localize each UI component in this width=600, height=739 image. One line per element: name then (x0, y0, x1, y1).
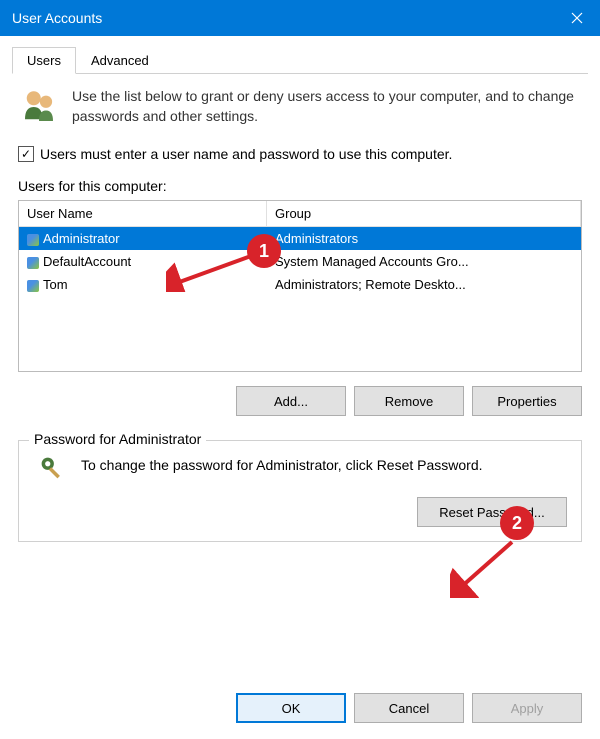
user-group: System Managed Accounts Gro... (267, 252, 581, 271)
dialog-content: Users Advanced Use the list below to gra… (0, 36, 600, 542)
window-title: User Accounts (12, 10, 102, 26)
user-buttons: Add... Remove Properties (18, 386, 582, 416)
key-icon (39, 455, 67, 483)
ok-button[interactable]: OK (236, 693, 346, 723)
user-icon (27, 280, 39, 292)
list-row-administrator[interactable]: Administrator Administrators (19, 227, 581, 250)
list-header: User Name Group (19, 201, 581, 227)
list-row-tom[interactable]: Tom Administrators; Remote Deskto... (19, 273, 581, 296)
user-group: Administrators; Remote Deskto... (267, 275, 581, 294)
people-icon (18, 86, 60, 128)
remove-button[interactable]: Remove (354, 386, 464, 416)
user-name: Tom (43, 277, 68, 292)
dialog-buttons: OK Cancel Apply (236, 693, 582, 723)
intro-row: Use the list below to grant or deny user… (18, 86, 582, 128)
user-icon (27, 257, 39, 269)
titlebar: User Accounts (0, 0, 600, 36)
require-password-label: Users must enter a user name and passwor… (40, 146, 452, 162)
annotation-arrow-1 (166, 252, 256, 292)
intro-text: Use the list below to grant or deny user… (72, 86, 582, 127)
properties-button[interactable]: Properties (472, 386, 582, 416)
users-list-label: Users for this computer: (18, 178, 582, 194)
add-button[interactable]: Add... (236, 386, 346, 416)
close-button[interactable] (554, 0, 600, 36)
user-group: Administrators (267, 229, 581, 248)
user-icon (27, 234, 39, 246)
tab-advanced[interactable]: Advanced (76, 47, 164, 74)
list-row-defaultaccount[interactable]: DefaultAccount System Managed Accounts G… (19, 250, 581, 273)
column-username[interactable]: User Name (19, 201, 267, 226)
password-section-text: To change the password for Administrator… (81, 455, 567, 475)
close-icon (571, 12, 583, 24)
require-password-row: ✓ Users must enter a user name and passw… (18, 146, 582, 162)
apply-button: Apply (472, 693, 582, 723)
annotation-arrow-2 (450, 538, 520, 598)
tab-strip: Users Advanced (12, 46, 588, 74)
reset-password-button[interactable]: Reset Password... (417, 497, 567, 527)
users-list[interactable]: User Name Group Administrator Administra… (18, 200, 582, 372)
require-password-checkbox[interactable]: ✓ (18, 146, 34, 162)
password-section: Password for Administrator To change the… (18, 440, 582, 542)
user-name: Administrator (43, 231, 120, 246)
column-group[interactable]: Group (267, 201, 581, 226)
user-name: DefaultAccount (43, 254, 131, 269)
password-section-legend: Password for Administrator (29, 431, 206, 447)
tab-users[interactable]: Users (12, 47, 76, 74)
cancel-button[interactable]: Cancel (354, 693, 464, 723)
annotation-badge-2: 2 (500, 506, 534, 540)
annotation-badge-1: 1 (247, 234, 281, 268)
